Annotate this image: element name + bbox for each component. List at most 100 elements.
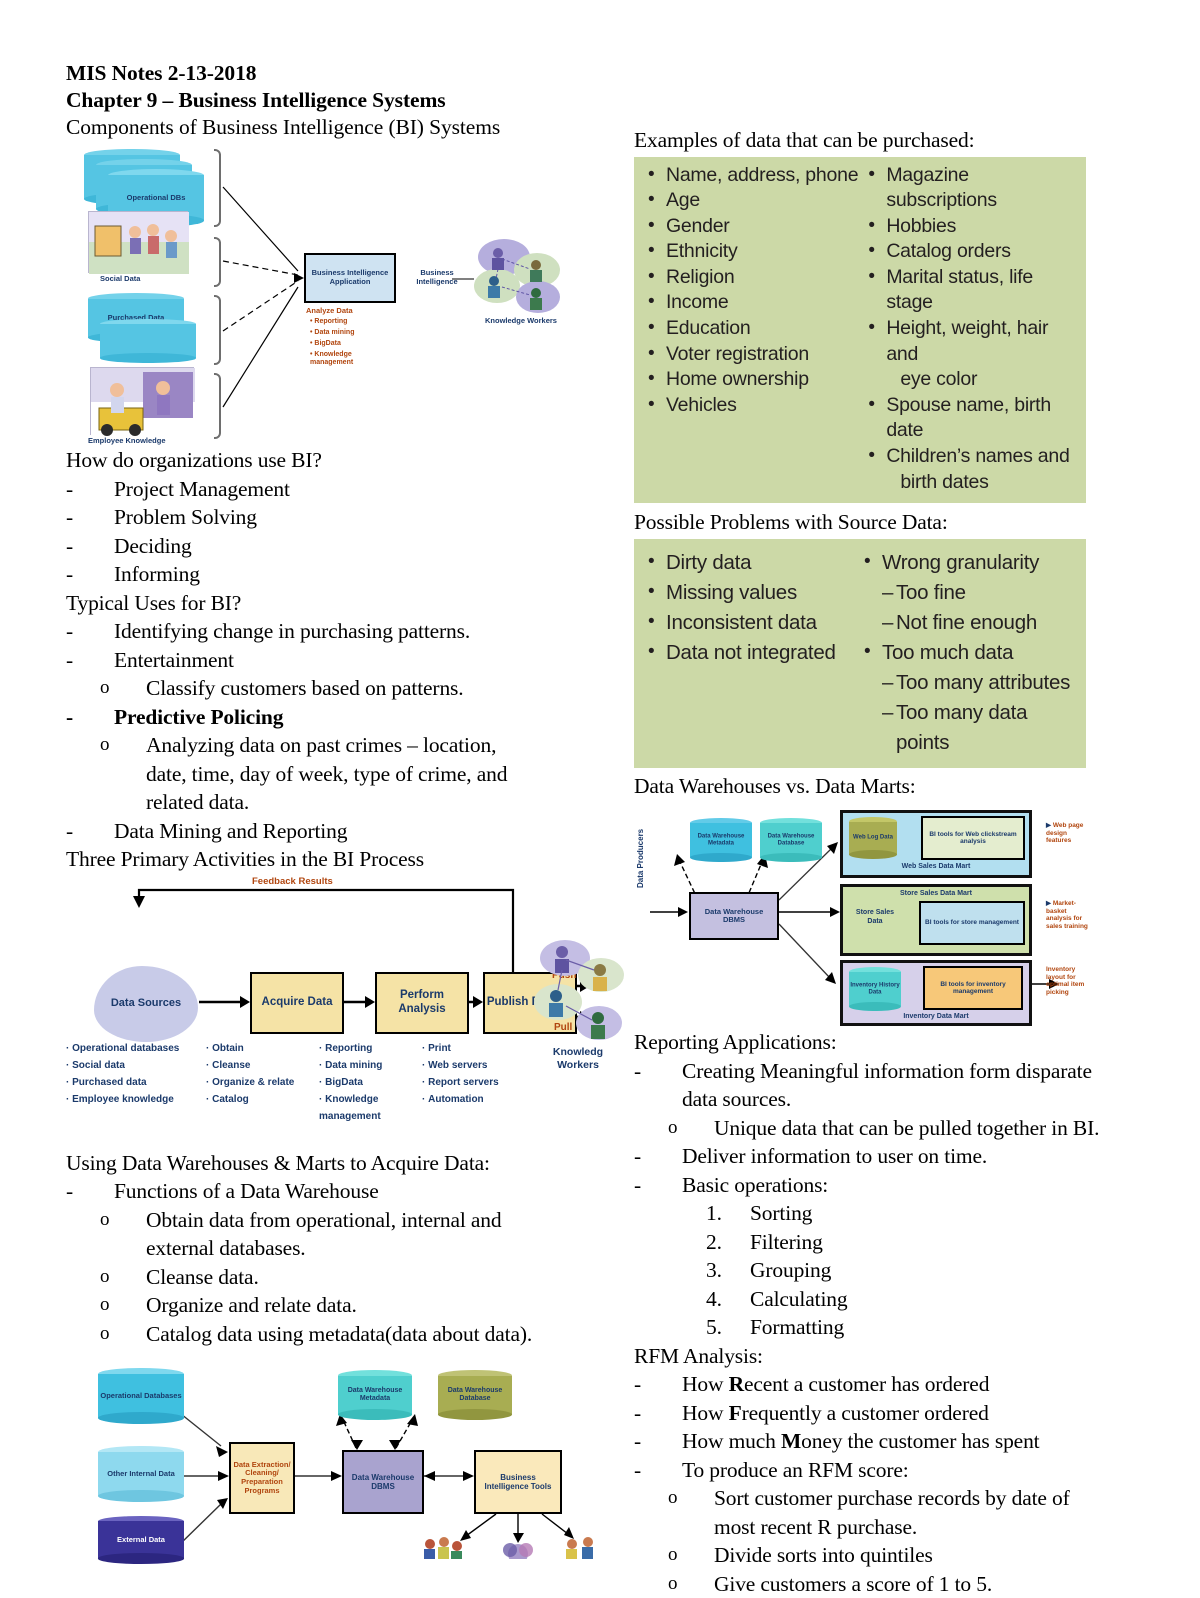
dash-bullet: - [66, 533, 74, 558]
heading-reporting-applications: Reporting Applications: [634, 1030, 837, 1055]
outcome-inventory-layout: Inventory layout for optimal item pickin… [1046, 966, 1085, 996]
list-item: 2. Filtering [634, 1228, 1086, 1257]
dash-bullet: - [66, 505, 74, 529]
circle-bullet: o [100, 1208, 110, 1230]
box-bi-tools-web: BI tools for Web clickstream analysis [921, 816, 1025, 861]
doc-title-line-2: Chapter 9 – Business Intelligence System… [66, 88, 446, 112]
left-column: MIS Notes 2-13-2018 Chapter 9 – Business… [66, 60, 626, 1564]
process-column-1: · Obtain · Cleanse · Organize & relate ·… [206, 1040, 316, 1108]
list-item: - Project Management [66, 475, 626, 504]
list-item-sub: Too fine [860, 578, 1076, 608]
dash-bullet: - [634, 1400, 642, 1425]
list-item: Dirty data [644, 547, 860, 578]
dash-bullet: - [66, 818, 74, 843]
list-item: Education [644, 315, 864, 342]
outcome-market-basket: ▶ Market-basket analysis for sales train… [1046, 900, 1088, 930]
list-item: o Classify customers based on patterns. [66, 674, 626, 703]
list-item: o Analyzing data on past crimes – locatio… [66, 731, 626, 760]
dash-bullet: - [634, 1372, 642, 1397]
list-item: o Unique data that can be pulled together… [634, 1114, 1100, 1143]
purchased-data-box: Name, address, phone Age Gender Ethnicit… [634, 156, 1086, 504]
list-item: o Cleanse data. [66, 1263, 626, 1292]
list-item-cont: external databases. [146, 1236, 306, 1260]
cylinder-web-log-data: Web Log Data [849, 817, 897, 860]
list-item: - How Frequently a customer ordered [634, 1399, 1086, 1428]
list-item-sub: Too many attributes [860, 668, 1076, 698]
worker-links [488, 248, 542, 310]
list-item-sub: Not fine enough [860, 608, 1076, 638]
list-item: - Deciding [66, 532, 626, 561]
process-col2-item-0: · Reporting [319, 1042, 373, 1054]
list-item: 1. Sorting [634, 1199, 1086, 1228]
mart-web-sales: Web Log Data BI tools for Web clickstrea… [840, 810, 1032, 879]
list-item-cont: data sources. [682, 1087, 792, 1112]
cylinder-inventory-history-data-label: Inventory History Data [850, 982, 900, 996]
label-store-sales-data-mart: Store Sales Data Mart [900, 890, 972, 898]
list-item: Home ownership [644, 366, 864, 393]
cylinder-marts-database-label: Data Warehouse Database [767, 833, 815, 847]
list-item: Data not integrated [644, 637, 860, 668]
number-bullet: 3. [706, 1258, 722, 1283]
process-col2-item-2: · BigData [319, 1076, 363, 1088]
process-col1-item-1: · Cleanse [206, 1059, 251, 1071]
circle-bullet: o [100, 1294, 110, 1315]
components-of-bi-systems-diagram: Operational DBs Social Data Purchased Da… [66, 141, 626, 446]
list-item: - Informing [66, 560, 626, 589]
list-item: - Creating Meaningful information form di… [634, 1057, 1092, 1086]
list-item-sub: Too many data points [860, 698, 1076, 758]
process-col3-item-0: · Print [422, 1042, 451, 1054]
box-marts-data-warehouse-dbms: Data Warehouse DBMS [689, 892, 779, 941]
list-item: o Obtain data from operational, internal … [66, 1206, 626, 1235]
process-column-2: · Reporting · Data mining · BigData · Kn… [319, 1040, 419, 1125]
doc-title-line-1: MIS Notes 2-13-2018 [66, 61, 257, 85]
source-data-problems-box: Dirty data Missing values Inconsistent d… [634, 538, 1086, 768]
process-col0-item-0: · Operational databases [66, 1042, 180, 1054]
dash-bullet: - [66, 619, 74, 643]
heading-components: Components of Business Intelligence (BI)… [66, 115, 501, 139]
list-item: - How Recent a customer has ordered [634, 1370, 1086, 1399]
list-item: Inconsistent data [644, 607, 860, 638]
list-item: - Problem Solving [66, 503, 626, 532]
cylinder-marts-database: Data Warehouse Database [760, 818, 822, 863]
dash-bullet: - [66, 562, 74, 586]
list-item: - To produce an RFM score: [634, 1456, 1086, 1485]
list-item: Vehicles [644, 392, 864, 419]
heading-purchased-data: Examples of data that can be purchased: [634, 128, 975, 152]
list-item: Spouse name, birth date [864, 392, 1076, 444]
circle-bullet: o [100, 677, 110, 698]
circle-bullet: o [668, 1116, 678, 1138]
problems-right-column: Wrong granularity Too fine Not fine enou… [860, 547, 1076, 758]
list-item-cont: birth dates [900, 470, 989, 493]
heading-rfm-analysis: RFM Analysis: [634, 1343, 763, 1368]
number-bullet: 5. [706, 1315, 722, 1340]
process-col2-item-3: · Knowledge management [319, 1093, 381, 1122]
list-item: Children’s names and [864, 443, 1076, 470]
list-item: o Give customers a score of 1 to 5. [634, 1570, 1086, 1598]
document-page: MIS Notes 2-13-2018 Chapter 9 – Business… [0, 0, 1200, 1596]
number-bullet: 4. [706, 1286, 722, 1311]
box-bi-tools-inventory: BI tools for inventory management [923, 966, 1023, 1011]
list-item-cont: date, time, day of week, type of crime, … [146, 761, 508, 786]
label-process-knowledge-workers: Knowledg Workers [552, 1045, 604, 1072]
list-item: o Catalog data using metadata(data about … [66, 1320, 626, 1349]
list-item: Name, address, phone [644, 162, 864, 189]
list-item: - Identifying change in purchasing patter… [66, 617, 626, 646]
process-col1-item-0: · Obtain [206, 1042, 244, 1054]
problems-left-column: Dirty data Missing values Inconsistent d… [644, 547, 860, 758]
process-col3-item-1: · Web servers [422, 1059, 488, 1071]
circle-bullet: o [668, 1572, 678, 1594]
bi-process-diagram: Feedback Results Data Sources Acquire Da… [66, 874, 626, 1149]
list-item: - Deliver information to user on time. [634, 1142, 1086, 1171]
list-item-cont: related data. [146, 790, 250, 814]
dash-bullet: - [634, 1172, 642, 1197]
heading-three-primary-activities: Three Primary Activities in the BI Proce… [66, 847, 424, 871]
list-item: Magazine subscriptions [864, 161, 1076, 214]
process-column-0: · Operational databases · Social data · … [66, 1040, 196, 1108]
label-inventory-data-mart: Inventory Data Mart [903, 1013, 969, 1021]
label-knowledge-workers: Knowledge Workers [485, 316, 557, 325]
dash-bullet: - [66, 1179, 74, 1203]
process-col1-item-2: · Organize & relate [206, 1076, 295, 1088]
purchased-data-left-column: Name, address, phone Age Gender Ethnicit… [644, 162, 864, 496]
list-item: 5. Formatting [634, 1313, 1086, 1342]
list-item: 4. Calculating [634, 1285, 1086, 1314]
